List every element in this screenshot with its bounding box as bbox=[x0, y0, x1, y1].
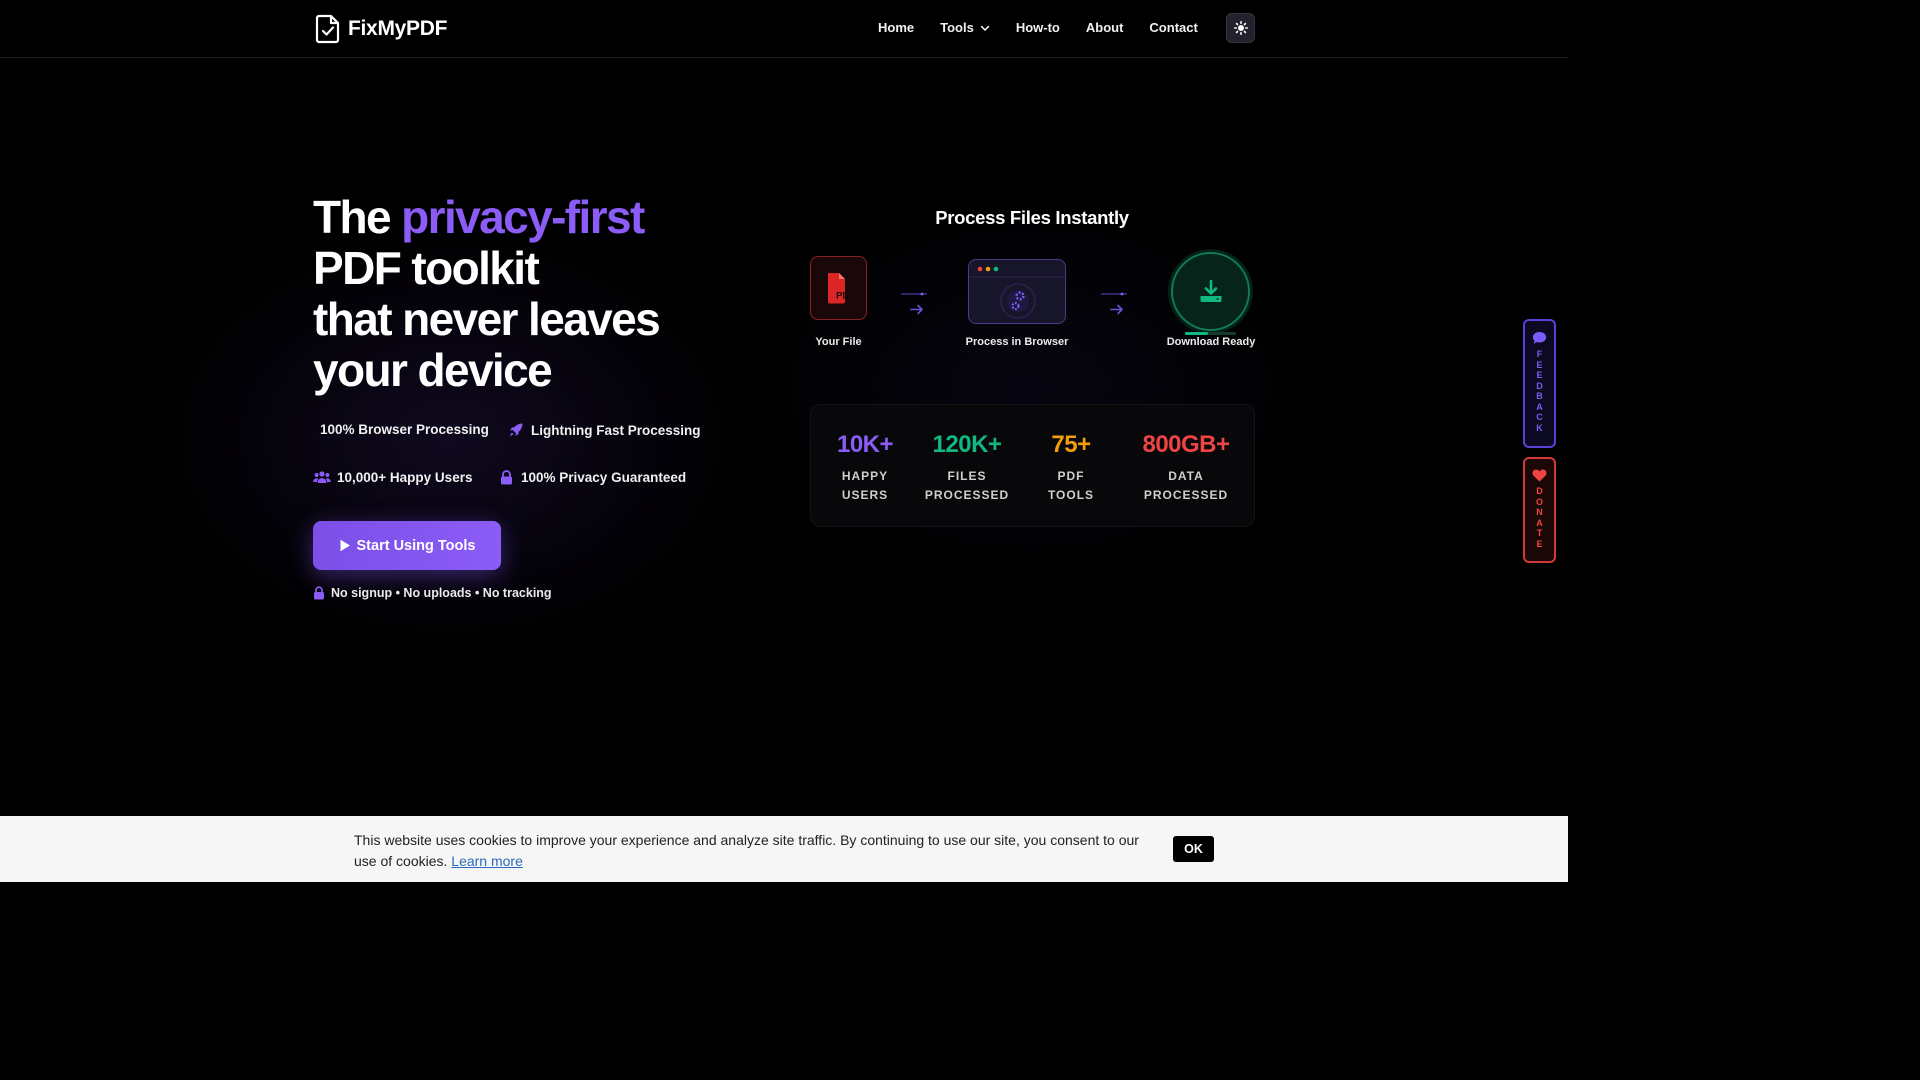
stat-label-line: DATA bbox=[1168, 469, 1204, 483]
hero-title-accent: privacy-first bbox=[401, 191, 645, 243]
play-icon bbox=[340, 539, 350, 552]
arrow-right-icon bbox=[901, 292, 927, 315]
stat-label-line: PROCESSED bbox=[924, 488, 1010, 502]
logo-text: FixMyPDF bbox=[348, 17, 448, 40]
side-tab-letter: D bbox=[1536, 486, 1543, 496]
nav-link-tools-label: Tools bbox=[940, 20, 974, 35]
top-nav: FixMyPDF Home Tools How-to About Contact bbox=[0, 0, 1568, 58]
browser-window-icon bbox=[968, 259, 1067, 324]
gears-icon bbox=[969, 266, 1067, 319]
file-check-icon bbox=[315, 14, 340, 44]
step-label-your-file: Your File bbox=[815, 336, 862, 348]
chat-icon bbox=[1532, 332, 1547, 344]
side-tab-letter: K bbox=[1536, 422, 1543, 433]
stat-label-line: USERS bbox=[841, 488, 889, 502]
lock-icon bbox=[497, 469, 515, 485]
feature-happy-users: 10,000+ Happy Users bbox=[313, 469, 472, 485]
download-progress-bar bbox=[1185, 332, 1236, 335]
side-tab-letter: B bbox=[1536, 391, 1543, 401]
stat-value: 75+ bbox=[1051, 431, 1091, 458]
stat-label: FILES PROCESSED bbox=[917, 467, 1017, 505]
feedback-tab-label: FEEDBACK bbox=[1536, 349, 1543, 433]
side-tab-letter: N bbox=[1536, 507, 1543, 517]
rocket-icon bbox=[507, 422, 525, 438]
nav-link-how-to[interactable]: How-to bbox=[1016, 20, 1060, 35]
heart-icon bbox=[1532, 469, 1547, 482]
side-tab-letter: F bbox=[1536, 349, 1543, 359]
stat-label-line: HAPPY bbox=[841, 469, 889, 483]
download-progress-fill bbox=[1185, 332, 1208, 335]
feature-label: Lightning Fast Processing bbox=[531, 422, 701, 438]
side-tab-letter: E bbox=[1536, 370, 1543, 380]
feedback-tab[interactable]: FEEDBACK bbox=[1523, 319, 1556, 448]
hero-title-line-1: The privacy-first bbox=[313, 192, 753, 243]
feature-label: 10,000+ Happy Users bbox=[337, 469, 473, 485]
nav-link-tools[interactable]: Tools bbox=[940, 20, 990, 35]
privacy-note: No signup • No uploads • No tracking bbox=[313, 586, 552, 600]
cta-label: Start Using Tools bbox=[356, 537, 476, 554]
hero-title: The privacy-first PDF toolkit that never… bbox=[313, 192, 753, 396]
stat-label-line: FILES bbox=[947, 469, 987, 483]
feature-fast-processing: Lightning Fast Processing bbox=[507, 422, 701, 438]
pdf-badge-text: PDF bbox=[836, 291, 854, 302]
nav-link-about[interactable]: About bbox=[1086, 20, 1124, 35]
cookie-banner: This website uses cookies to improve you… bbox=[0, 816, 1568, 882]
stat-value: 120K+ bbox=[932, 431, 1002, 458]
logo[interactable]: FixMyPDF bbox=[315, 14, 447, 44]
stat-label-line: TOOLS bbox=[1047, 488, 1095, 502]
side-tab-letter: E bbox=[1536, 359, 1543, 370]
side-tab-letter: E bbox=[1536, 538, 1543, 549]
side-tab-letter: A bbox=[1536, 517, 1543, 528]
step-label-process-in-browser: Process in Browser bbox=[965, 336, 1069, 348]
theme-toggle-button[interactable] bbox=[1226, 13, 1255, 43]
hero-title-line-3: that never leaves bbox=[313, 293, 661, 345]
process-title: Process Files Instantly bbox=[935, 207, 1129, 228]
stat-value: 10K+ bbox=[836, 431, 894, 458]
side-tab-letter: D bbox=[1536, 380, 1543, 391]
chevron-down-icon bbox=[980, 25, 990, 31]
stat-label-line: PROCESSED bbox=[1143, 488, 1229, 502]
lock-icon bbox=[314, 586, 324, 600]
side-tab-letter: O bbox=[1535, 496, 1543, 507]
feature-browser-processing: 100% Browser Processing bbox=[320, 422, 489, 437]
stat-files-processed: 120K+ FILES PROCESSED bbox=[917, 431, 1017, 505]
nav-links: Home Tools How-to About Contact bbox=[878, 20, 1224, 35]
pdf-icon: PDF bbox=[827, 273, 854, 304]
stat-data-processed: 800GB+ DATA PROCESSED bbox=[1126, 431, 1246, 505]
sun-icon bbox=[1233, 21, 1248, 35]
stat-label: DATA PROCESSED bbox=[1126, 467, 1246, 505]
side-tab-letter: C bbox=[1536, 412, 1543, 422]
start-using-tools-button[interactable]: Start Using Tools bbox=[313, 521, 501, 570]
hero-title-line-4: your device bbox=[313, 344, 553, 396]
download-icon bbox=[1200, 279, 1221, 302]
stat-happy-users: 10K+ HAPPY USERS bbox=[825, 431, 905, 505]
nav-link-contact[interactable]: Contact bbox=[1149, 20, 1197, 35]
users-icon bbox=[313, 469, 331, 485]
stat-pdf-tools: 75+ PDF TOOLS bbox=[1031, 431, 1111, 505]
cookie-ok-button[interactable]: OK bbox=[1173, 836, 1214, 862]
arrow-right-icon bbox=[1101, 292, 1127, 315]
step-label-download-ready: Download Ready bbox=[1166, 336, 1256, 348]
hero-title-line-2: PDF toolkit bbox=[313, 242, 540, 294]
donate-tab[interactable]: DONATE bbox=[1523, 457, 1556, 563]
stat-value: 800GB+ bbox=[1142, 431, 1230, 458]
stat-label: PDF TOOLS bbox=[1031, 467, 1111, 505]
feature-label: 100% Browser Processing bbox=[320, 422, 489, 437]
cookie-text: This website uses cookies to improve you… bbox=[354, 830, 1154, 871]
hero-background-glow bbox=[0, 58, 1568, 818]
privacy-note-text: No signup • No uploads • No tracking bbox=[331, 586, 552, 600]
pdf-file-icon: PDF bbox=[810, 256, 867, 320]
donate-tab-label: DONATE bbox=[1536, 486, 1543, 549]
stat-label-line: PDF bbox=[1057, 469, 1085, 483]
side-tab-letter: A bbox=[1536, 401, 1543, 412]
cookie-learn-more-link[interactable]: Learn more bbox=[451, 853, 523, 869]
hero-title-part: The bbox=[313, 191, 402, 243]
side-tab-letter: T bbox=[1536, 528, 1543, 538]
feature-label: 100% Privacy Guaranteed bbox=[521, 469, 687, 485]
download-ready-indicator bbox=[1171, 252, 1250, 331]
stat-label: HAPPY USERS bbox=[825, 467, 905, 505]
stats-card: 10K+ HAPPY USERS 120K+ FILES PROCESSED 75+… bbox=[810, 404, 1255, 527]
nav-link-home[interactable]: Home bbox=[878, 20, 914, 35]
feature-privacy: 100% Privacy Guaranteed bbox=[497, 469, 686, 485]
